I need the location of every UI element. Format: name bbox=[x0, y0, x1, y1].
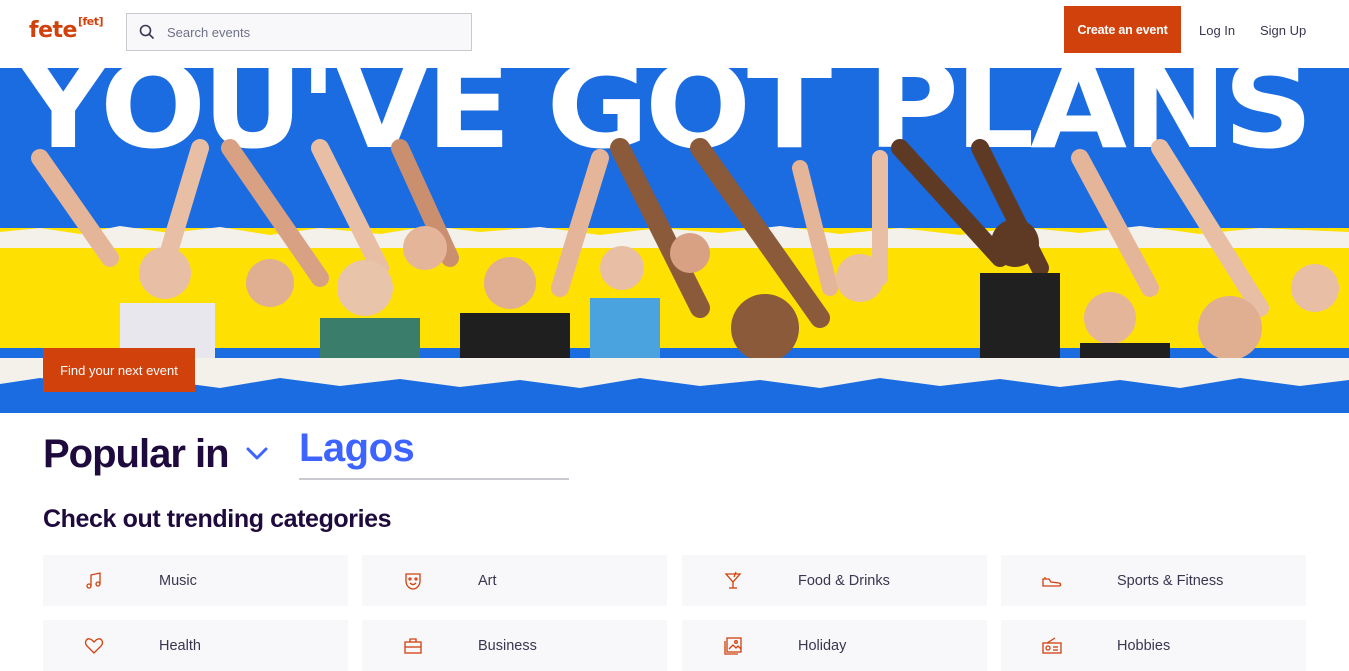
category-sports-fitness[interactable]: Sports & Fitness bbox=[1001, 555, 1306, 606]
popular-in-label: Popular in bbox=[43, 432, 230, 476]
faces bbox=[139, 219, 1339, 362]
create-event-button[interactable]: Create an event bbox=[1064, 6, 1181, 53]
search-input[interactable] bbox=[167, 24, 457, 40]
crowd-photo bbox=[31, 138, 1339, 378]
briefcase-icon bbox=[362, 620, 464, 671]
raised-arms bbox=[31, 138, 1269, 328]
hero-banner: YOU'VE GOT PLANS Find your next event bbox=[0, 68, 1349, 413]
category-holiday[interactable]: Holiday bbox=[682, 620, 987, 671]
category-label: Hobbies bbox=[1117, 637, 1171, 654]
logo-text: fete bbox=[29, 18, 77, 43]
category-label: Holiday bbox=[798, 637, 847, 654]
torn-paper-edge-bottom bbox=[0, 358, 1349, 388]
cocktail-icon bbox=[682, 555, 784, 606]
popular-in-row: Popular in bbox=[43, 432, 269, 477]
theater-mask-icon bbox=[362, 555, 464, 606]
category-music[interactable]: Music bbox=[43, 555, 348, 606]
fete-logo[interactable]: fete[fet] bbox=[29, 14, 104, 43]
category-label: Health bbox=[159, 637, 201, 654]
heart-icon bbox=[43, 620, 145, 671]
logo-phonetic: [fet] bbox=[77, 14, 104, 28]
radio-icon bbox=[1001, 620, 1103, 671]
music-note-icon bbox=[43, 555, 145, 606]
city-name: Lagos bbox=[299, 426, 415, 470]
category-art[interactable]: Art bbox=[362, 555, 667, 606]
category-business[interactable]: Business bbox=[362, 620, 667, 671]
category-label: Food & Drinks bbox=[798, 572, 890, 589]
chevron-down-icon[interactable] bbox=[245, 446, 269, 467]
photo-icon bbox=[682, 620, 784, 671]
search-bar[interactable] bbox=[126, 13, 472, 51]
top-nav: fete[fet] Create an event Log In Sign Up bbox=[0, 0, 1349, 68]
sneaker-icon bbox=[1001, 555, 1103, 606]
category-hobbies[interactable]: Hobbies bbox=[1001, 620, 1306, 671]
trending-categories-heading: Check out trending categories bbox=[43, 505, 392, 533]
search-icon bbox=[127, 24, 167, 40]
category-label: Music bbox=[159, 572, 197, 589]
signup-link[interactable]: Sign Up bbox=[1260, 23, 1306, 38]
city-selector[interactable]: Lagos bbox=[299, 426, 569, 480]
find-next-event-button[interactable]: Find your next event bbox=[43, 348, 195, 392]
category-label: Art bbox=[478, 572, 497, 589]
category-health[interactable]: Health bbox=[43, 620, 348, 671]
category-label: Business bbox=[478, 637, 537, 654]
category-label: Sports & Fitness bbox=[1117, 572, 1224, 589]
category-food-drinks[interactable]: Food & Drinks bbox=[682, 555, 987, 606]
login-link[interactable]: Log In bbox=[1199, 23, 1235, 38]
